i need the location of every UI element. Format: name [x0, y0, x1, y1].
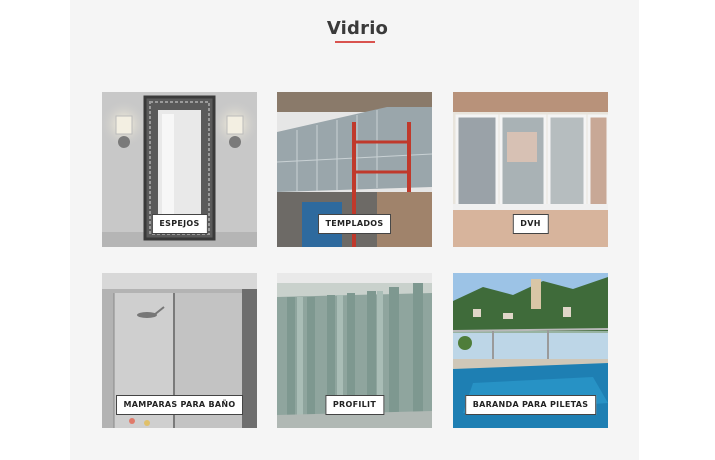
- tile-label: DVH: [512, 214, 549, 234]
- product-tile-profilit[interactable]: PROFILIT: [277, 273, 432, 428]
- product-tile-templados[interactable]: TEMPLADOS: [277, 92, 432, 247]
- tile-label: MAMPARAS PARA BAÑO: [115, 395, 244, 415]
- product-tile-mamparas[interactable]: MAMPARAS PARA BAÑO: [102, 273, 257, 428]
- tile-label: ESPEJOS: [151, 214, 208, 234]
- tile-label: PROFILIT: [324, 395, 385, 415]
- section-title: Vidrio: [326, 18, 389, 39]
- product-tile-espejos[interactable]: ESPEJOS: [102, 92, 257, 247]
- product-tile-baranda[interactable]: BARANDA PARA PILETAS: [453, 273, 608, 428]
- title-underline: [335, 41, 375, 43]
- product-tile-dvh[interactable]: DVH: [453, 92, 608, 247]
- tile-label: BARANDA PARA PILETAS: [464, 395, 597, 415]
- tile-label: TEMPLADOS: [317, 214, 392, 234]
